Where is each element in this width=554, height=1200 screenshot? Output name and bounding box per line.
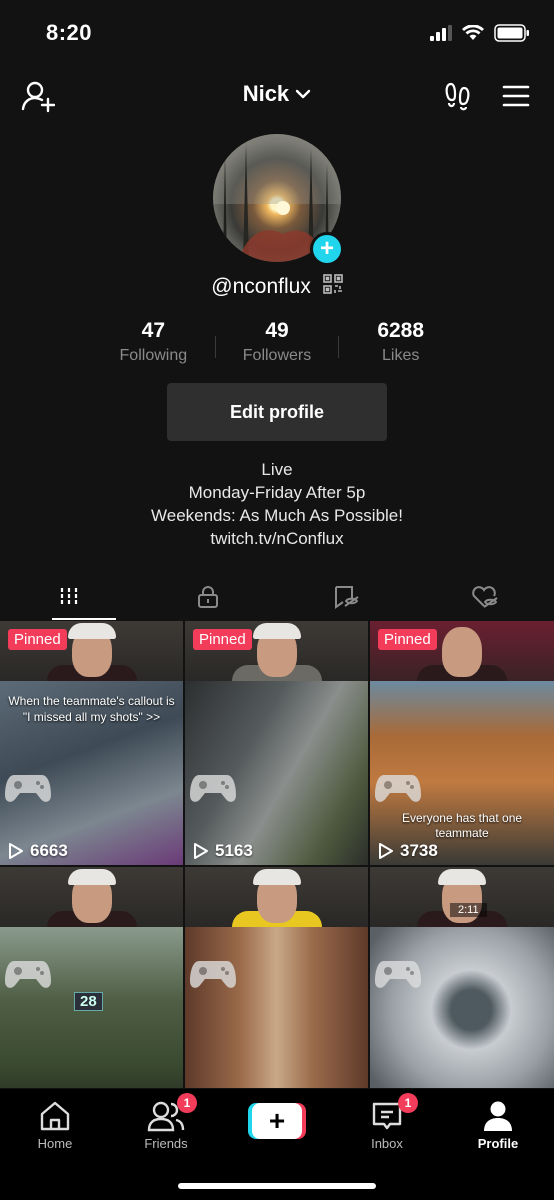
profile-icon <box>484 1101 512 1131</box>
notification-badge: 1 <box>177 1093 197 1113</box>
controller-icon <box>5 775 51 802</box>
play-icon <box>379 843 393 859</box>
add-avatar-button[interactable]: + <box>310 232 344 266</box>
footprints-icon <box>445 82 470 111</box>
stat-likes[interactable]: 6288 Likes <box>339 318 462 374</box>
edit-profile-button[interactable]: Edit profile <box>167 383 387 441</box>
stat-value: 6288 <box>377 319 425 342</box>
game-footage <box>370 927 554 1088</box>
stat-label: Followers <box>242 347 312 364</box>
video-thumbnail[interactable]: Pinned 5163 <box>185 621 368 865</box>
video-caption: When the teammate's callout is "I missed… <box>8 694 175 724</box>
qr-code-button[interactable] <box>322 274 343 300</box>
profile-stats: 47 Following 49 Followers 6288 Likes <box>92 318 462 374</box>
webcam-overlay <box>0 867 183 927</box>
pinned-badge: Pinned <box>8 629 67 650</box>
signal-icon <box>430 25 452 41</box>
view-count-value: 6663 <box>30 841 68 860</box>
bio-line: Live <box>261 460 293 479</box>
video-thumbnail[interactable]: Pinned Everyone has that one teammate 37… <box>370 621 554 865</box>
nav-label: Inbox <box>371 1136 403 1151</box>
video-thumbnail[interactable]: 2:11 <box>370 867 554 1088</box>
controller-icon <box>5 961 51 988</box>
nav-inbox[interactable]: 1 Inbox <box>342 1093 432 1151</box>
video-thumbnail[interactable]: Pinned When the teammate's callout is "I… <box>0 621 183 865</box>
grid-videos-icon <box>61 588 78 606</box>
handle-row: @nconflux <box>0 274 554 300</box>
webcam-overlay <box>185 867 368 927</box>
view-count: 3738 <box>378 841 438 861</box>
video-thumbnail[interactable] <box>185 867 368 1088</box>
profile-handle: @nconflux <box>211 275 311 298</box>
stat-label: Likes <box>382 347 420 364</box>
tab-private[interactable] <box>139 574 278 620</box>
battery-icon <box>494 24 529 42</box>
hidden-heart-icon <box>471 586 498 608</box>
hamburger-menu-icon <box>502 85 530 107</box>
home-icon <box>40 1101 70 1131</box>
pinned-badge: Pinned <box>378 629 437 650</box>
round-timer: 2:11 <box>450 903 487 917</box>
controller-icon <box>375 775 421 802</box>
nav-friends[interactable]: 1 Friends <box>121 1093 211 1151</box>
view-count: 5163 <box>193 841 253 861</box>
menu-button[interactable] <box>496 76 536 116</box>
status-icons <box>430 24 530 42</box>
top-nav: Nick <box>0 70 554 120</box>
status-bar: 8:20 <box>0 0 554 64</box>
game-footage <box>185 927 368 1088</box>
tab-reposts[interactable] <box>277 574 416 620</box>
nav-home[interactable]: Home <box>10 1099 100 1151</box>
view-count: 6663 <box>8 841 68 861</box>
controller-icon <box>375 961 421 988</box>
ammo-counter: 28 <box>74 992 103 1011</box>
stat-value: 47 <box>141 319 166 342</box>
view-count-value: 5163 <box>215 841 253 860</box>
stat-label: Following <box>119 347 188 364</box>
bio-line: Weekends: As Much As Possible! <box>151 506 403 525</box>
username: Nick <box>242 81 290 107</box>
pinned-badge: Pinned <box>193 629 252 650</box>
video-grid: Pinned When the teammate's callout is "I… <box>0 621 554 1088</box>
stat-following[interactable]: 47 Following <box>92 318 215 374</box>
profile-bio: Live Monday-Friday After 5p Weekends: As… <box>0 458 554 550</box>
play-icon <box>194 843 208 859</box>
video-caption: Everyone has that one teammate <box>401 811 523 840</box>
stat-value: 49 <box>265 319 289 342</box>
footprints-button[interactable] <box>438 76 478 116</box>
play-icon <box>9 843 23 859</box>
qr-code-icon <box>322 274 343 294</box>
plus-icon: + <box>252 1103 302 1139</box>
hidden-bookmark-icon <box>335 586 359 609</box>
create-button[interactable]: + <box>248 1103 306 1139</box>
webcam-overlay <box>370 867 554 927</box>
video-thumbnail[interactable]: 28 <box>0 867 183 1088</box>
chevron-down-icon <box>296 89 311 99</box>
profile-tabs <box>0 574 554 620</box>
nav-profile[interactable]: Profile <box>453 1099 543 1151</box>
nav-label: Profile <box>477 1136 519 1151</box>
controller-icon <box>190 775 236 802</box>
stat-followers[interactable]: 49 Followers <box>216 318 339 374</box>
controller-icon <box>190 961 236 988</box>
tab-videos[interactable] <box>0 574 139 620</box>
bio-link[interactable]: twitch.tv/nConflux <box>0 527 554 550</box>
tab-liked[interactable] <box>416 574 554 620</box>
nav-label: Home <box>37 1136 73 1151</box>
home-indicator <box>178 1183 376 1189</box>
bio-line: Monday-Friday After 5p <box>188 483 366 502</box>
notification-badge: 1 <box>398 1093 418 1113</box>
nav-label: Friends <box>144 1136 188 1151</box>
wifi-icon <box>462 25 484 40</box>
lock-icon <box>197 586 218 608</box>
status-time: 8:20 <box>46 20 93 45</box>
view-count-value: 3738 <box>400 841 438 860</box>
